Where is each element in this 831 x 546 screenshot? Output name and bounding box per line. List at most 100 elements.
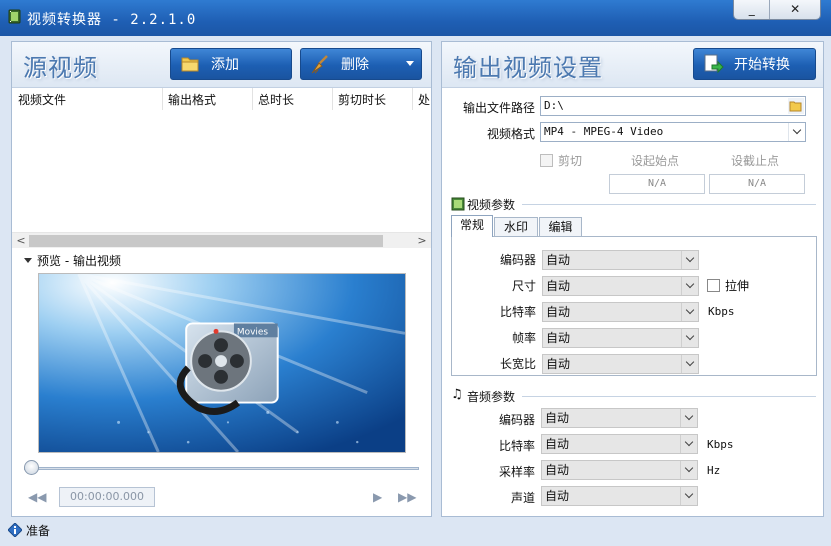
horizontal-scrollbar[interactable]: < >: [12, 232, 431, 248]
audio-encoder-label: 编码器: [498, 413, 535, 427]
chevron-down-icon[interactable]: [681, 303, 698, 321]
video-bitrate-select[interactable]: 自动: [542, 302, 699, 322]
audio-params-title: 音频参数: [467, 390, 516, 404]
chevron-down-icon[interactable]: [680, 487, 697, 505]
chevron-down-icon[interactable]: [681, 355, 698, 373]
add-button[interactable]: 添加: [170, 48, 292, 80]
frame-rate-label: 帧率: [511, 331, 536, 345]
video-encoder-label: 编码器: [499, 253, 536, 267]
output-path-value: D:\: [544, 99, 564, 112]
chevron-down-icon[interactable]: [406, 61, 414, 66]
frame-rate-select[interactable]: 自动: [542, 328, 699, 348]
rewind-icon[interactable]: ◀◀: [28, 490, 46, 504]
start-convert-button[interactable]: 开始转换: [693, 48, 816, 80]
minimize-button[interactable]: _: [734, 0, 771, 19]
play-icon[interactable]: ▶: [373, 490, 382, 504]
cut-label: 剪切: [558, 154, 583, 168]
video-size-label: 尺寸: [511, 279, 536, 293]
column-video-file[interactable]: 视频文件: [18, 91, 66, 108]
video-format-select[interactable]: MP4 - MPEG-4 Video: [540, 122, 806, 142]
source-title: 源视频: [23, 54, 98, 82]
video-format-value: MP4 - MPEG-4 Video: [544, 125, 664, 138]
film-icon: [451, 197, 465, 211]
stretch-checkbox[interactable]: [707, 279, 720, 292]
tab-general[interactable]: 常规: [451, 215, 493, 237]
sample-rate-label: 采样率: [498, 465, 535, 479]
column-total-duration[interactable]: 总时长: [258, 91, 294, 108]
output-path-label: 输出文件路径: [462, 101, 535, 115]
cut-checkbox[interactable]: [540, 154, 553, 167]
tab-watermark[interactable]: 水印: [494, 217, 538, 237]
scroll-right-icon[interactable]: >: [415, 234, 429, 247]
audio-encoder-value: 自动: [545, 411, 570, 425]
browse-folder-icon[interactable]: [788, 98, 804, 114]
channel-value: 自动: [545, 489, 570, 503]
chevron-down-icon[interactable]: [681, 251, 698, 269]
output-panel-header: 输出视频设置 开始转换: [442, 42, 823, 88]
aspect-ratio-select[interactable]: 自动: [542, 354, 699, 374]
section-divider: [522, 204, 816, 205]
source-panel-header: 源视频 添加 删除: [12, 42, 431, 88]
time-display: 00:00:00.000: [59, 487, 155, 507]
stretch-label: 拉伸: [725, 279, 750, 293]
chevron-down-icon[interactable]: [680, 435, 697, 453]
seek-handle[interactable]: [24, 460, 39, 475]
start-point-field[interactable]: N/A: [609, 174, 705, 194]
audio-bitrate-select[interactable]: 自动: [541, 434, 698, 454]
chevron-down-icon[interactable]: [680, 409, 697, 427]
folder-icon: [181, 57, 199, 72]
audio-bitrate-label: 比特率: [498, 439, 535, 453]
video-params-title: 视频参数: [467, 198, 516, 212]
video-bitrate-unit: Kbps: [708, 305, 735, 318]
video-encoder-select[interactable]: 自动: [542, 250, 699, 270]
aspect-ratio-label: 长宽比: [499, 357, 536, 371]
delete-button[interactable]: 删除: [300, 48, 422, 80]
column-process[interactable]: 处: [418, 91, 431, 108]
column-separator: [332, 88, 333, 110]
fast-forward-icon[interactable]: ▶▶: [398, 490, 416, 504]
audio-encoder-select[interactable]: 自动: [541, 408, 698, 428]
tab-edit[interactable]: 编辑: [539, 217, 582, 237]
frame-rate-value: 自动: [546, 331, 571, 345]
end-point-field[interactable]: N/A: [709, 174, 805, 194]
seek-slider[interactable]: [24, 460, 419, 476]
film-reel-icon: [8, 9, 21, 24]
window-title: 视频转换器 - 2.2.1.0: [27, 12, 197, 28]
seek-track[interactable]: [24, 467, 419, 470]
aspect-ratio-value: 自动: [546, 357, 571, 371]
add-button-label: 添加: [211, 57, 239, 73]
column-cut-duration[interactable]: 剪切时长: [338, 91, 386, 108]
chevron-down-icon[interactable]: [680, 461, 697, 479]
column-separator: [162, 88, 163, 110]
chevron-down-icon[interactable]: [788, 123, 805, 141]
preview-toggle[interactable]: 预览 - 输出视频: [24, 252, 121, 269]
audio-bitrate-unit: Kbps: [707, 438, 734, 451]
preview-image: Movies: [38, 273, 406, 453]
convert-icon: [704, 54, 724, 74]
sample-rate-select[interactable]: 自动: [541, 460, 698, 480]
music-note-icon: ♫: [451, 387, 463, 402]
section-divider: [522, 396, 816, 397]
video-size-select[interactable]: 自动: [542, 276, 699, 296]
start-convert-label: 开始转换: [734, 57, 790, 73]
general-tab-panel: 编码器 自动 尺寸 自动 拉伸 比特率 自动 Kbps 帧率 自动 长宽比 自动: [451, 236, 817, 376]
status-bar: [0, 518, 831, 546]
svg-text:Movies: Movies: [237, 327, 268, 337]
channel-select[interactable]: 自动: [541, 486, 698, 506]
chevron-down-icon[interactable]: [681, 329, 698, 347]
column-output-format[interactable]: 输出格式: [168, 91, 216, 108]
close-button[interactable]: ✕: [770, 0, 820, 19]
video-format-label: 视频格式: [486, 127, 535, 141]
audio-bitrate-value: 自动: [545, 437, 570, 451]
output-settings-panel: 输出视频设置 开始转换 输出文件路径 D:\ 视频格式 MP4 - MPEG-4…: [441, 41, 824, 517]
chevron-down-icon[interactable]: [681, 277, 698, 295]
output-path-field[interactable]: D:\: [540, 96, 806, 116]
preview-label: 预览 - 输出视频: [37, 254, 121, 268]
file-table-header: 视频文件 输出格式 总时长 剪切时长 处: [12, 88, 431, 110]
scrollbar-thumb[interactable]: [29, 235, 383, 247]
info-icon: [8, 523, 22, 537]
scroll-left-icon[interactable]: <: [14, 234, 28, 247]
column-separator: [252, 88, 253, 110]
video-bitrate-value: 自动: [546, 305, 571, 319]
sample-rate-value: 自动: [545, 463, 570, 477]
